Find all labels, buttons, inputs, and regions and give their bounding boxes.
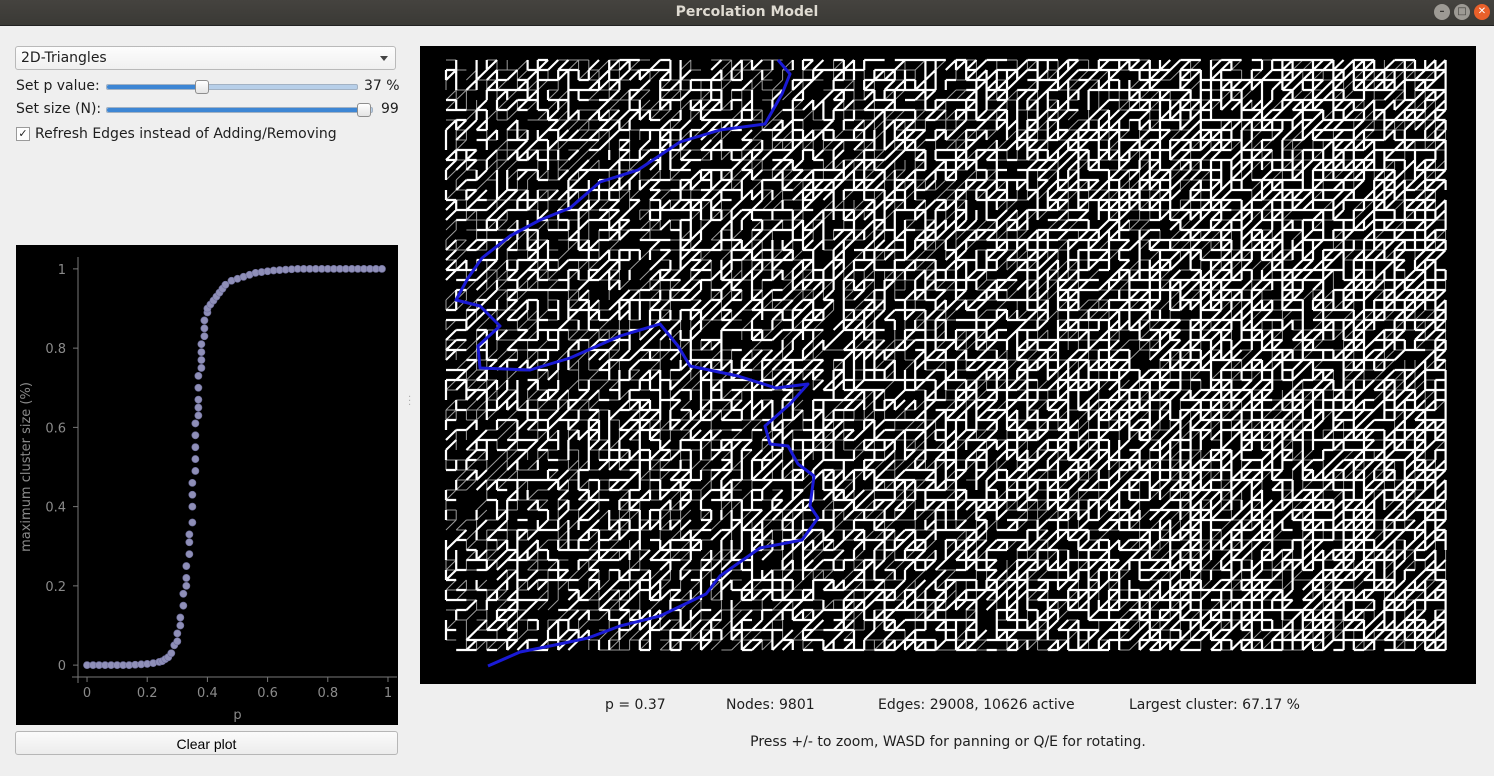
data-point [185,530,194,539]
y-tick-label: 0.4 [45,501,66,516]
p-value-label: Set p value: [16,78,100,94]
size-readout: 99 [381,101,399,117]
x-tick-label: 0.8 [317,686,338,701]
data-point [197,348,206,356]
data-point [188,518,197,527]
y-tick-label: 1 [58,263,66,278]
data-point [188,502,197,511]
y-axis-label: maximum cluster size (%) [19,382,34,552]
data-point [173,629,182,638]
y-tick-label: 0.6 [45,421,66,436]
data-point [191,467,200,475]
y-tick-label: 0 [58,659,66,674]
x-tick-label: 0.4 [197,686,218,701]
y-tick-label: 0.8 [45,342,66,357]
refresh-edges-checkbox[interactable]: ✓ [16,127,30,141]
status-p: p = 0.37 [605,697,666,713]
data-point [182,574,191,582]
x-tick-label: 0.6 [257,686,278,701]
x-tick-label: 0 [83,686,91,701]
data-point [191,443,200,452]
status-largest-cluster: Largest cluster: 67.17 % [1129,697,1300,713]
status-edges: Edges: 29008, 10626 active [878,697,1075,713]
maximize-icon[interactable]: □ [1454,4,1470,20]
refresh-edges-label[interactable]: Refresh Edges instead of Adding/Removing [35,126,337,142]
data-point [378,264,386,273]
data-point [176,613,185,622]
data-point [191,431,200,440]
splitter-handle[interactable]: · · · [408,393,411,411]
data-point [191,455,200,463]
p-value-slider-fill [107,85,201,89]
lattice-type-dropdown[interactable]: 2D-Triangles [15,46,396,70]
data-point [197,356,206,364]
close-icon[interactable]: ✕ [1474,4,1490,20]
data-point [191,419,200,428]
data-point [197,340,206,349]
size-label: Set size (N): [16,101,102,117]
data-point [179,589,188,598]
lattice-graph-canvas[interactable] [420,46,1476,684]
size-slider-handle[interactable] [357,103,371,117]
data-point [197,364,206,372]
size-slider[interactable] [106,103,373,117]
window-titlebar: Percolation Model – □ ✕ [0,0,1494,26]
data-point [182,562,191,570]
data-point [194,403,203,412]
data-point [176,621,185,630]
window-title: Percolation Model [675,4,819,20]
data-point [173,637,182,646]
data-point [194,395,203,404]
data-point [188,478,197,487]
check-icon: ✓ [18,127,28,140]
data-point [200,324,209,333]
lattice-graph-view[interactable] [420,46,1476,684]
minimize-icon[interactable]: – [1434,4,1450,20]
data-point [194,383,203,392]
data-point [167,649,176,658]
chevron-down-icon [380,56,388,61]
clear-plot-button[interactable]: Clear plot [15,731,398,755]
cluster-size-plot: 0 0.2 0.4 0.6 0.8 1 0 0.2 0.4 0.6 0.8 1 p maximum clu… [16,245,398,725]
active-edges [444,58,1447,652]
data-point [188,490,197,499]
data-point [182,581,191,590]
p-value-slider-handle[interactable] [195,80,209,94]
navigation-hint: Press +/- to zoom, WASD for panning or Q… [750,734,1146,750]
x-axis-label: p [233,708,241,723]
size-slider-fill [107,108,363,112]
status-nodes: Nodes: 9801 [726,697,815,713]
y-tick-label: 0.2 [45,580,66,595]
data-point [194,411,203,420]
lattice-type-value: 2D-Triangles [21,50,107,66]
p-value-slider[interactable] [106,80,358,94]
data-point [185,538,194,547]
x-tick-label: 1 [384,686,392,701]
p-value-readout: 37 % [364,78,400,94]
data-point [200,316,209,325]
data-point [179,601,188,610]
data-point [194,371,203,380]
x-tick-label: 0.2 [137,686,158,701]
data-point [200,332,209,341]
data-point [185,550,194,559]
cluster-size-chart: 0 0.2 0.4 0.6 0.8 1 0 0.2 0.4 0.6 0.8 1 p maximum clu… [19,257,397,723]
